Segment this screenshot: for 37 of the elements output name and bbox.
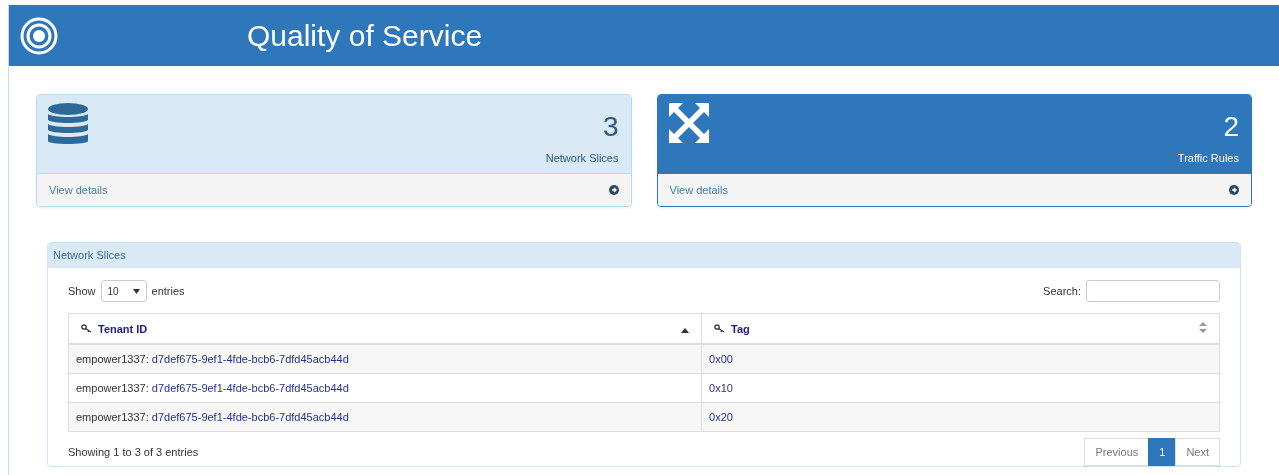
column-header[interactable]: Tag: [731, 322, 750, 335]
tenant-owner: empower1337:: [76, 382, 149, 394]
page-button[interactable]: 1: [1148, 438, 1177, 466]
entries-select[interactable]: 10: [100, 280, 147, 302]
sort-icon: [1199, 322, 1207, 333]
key-icon: [714, 324, 726, 333]
view-details-link[interactable]: View details: [49, 184, 108, 196]
column-header[interactable]: Tenant ID: [98, 322, 148, 335]
key-icon: [81, 324, 92, 333]
tenant-id-link[interactable]: d7def675-9ef1-4fde-bcb6-7dfd45acb44d: [151, 411, 349, 423]
stat-label: Network Slices: [545, 152, 619, 164]
tag-link[interactable]: 0x00: [709, 353, 733, 365]
tag-link[interactable]: 0x20: [709, 411, 733, 423]
page-title: Quality of Service: [247, 18, 483, 53]
view-details-link[interactable]: View details: [669, 184, 728, 196]
tenant-owner: empower1337:: [76, 411, 149, 423]
arrow-circle-icon: [608, 185, 619, 195]
stat-label: Traffic Rules: [1177, 152, 1239, 164]
search-label: Search:: [1043, 285, 1081, 297]
tenant-id-link[interactable]: d7def675-9ef1-4fde-bcb6-7dfd45acb44d: [151, 382, 349, 394]
tenant-id-link[interactable]: d7def675-9ef1-4fde-bcb6-7dfd45acb44d: [151, 353, 349, 365]
entries-label: entries: [151, 285, 185, 297]
show-label: Show: [68, 285, 96, 297]
stat-count: 3: [601, 111, 619, 143]
database-icon: [48, 103, 88, 147]
logo-icon: [20, 16, 58, 55]
tag-link[interactable]: 0x10: [709, 382, 733, 394]
page-button[interactable]: Next: [1175, 438, 1220, 466]
tenant-owner: empower1337:: [76, 353, 149, 365]
stat-count: 2: [1222, 111, 1239, 143]
expand-arrows-icon: [668, 103, 709, 143]
sort-ascending-icon: [681, 327, 690, 333]
arrow-circle-icon: [1229, 185, 1239, 195]
table-info: Showing 1 to 3 of 3 entries: [68, 446, 199, 458]
search-field[interactable]: [1086, 280, 1220, 302]
dropdown-caret-icon: [132, 288, 140, 294]
panel-header: Network Slices: [48, 243, 1240, 268]
